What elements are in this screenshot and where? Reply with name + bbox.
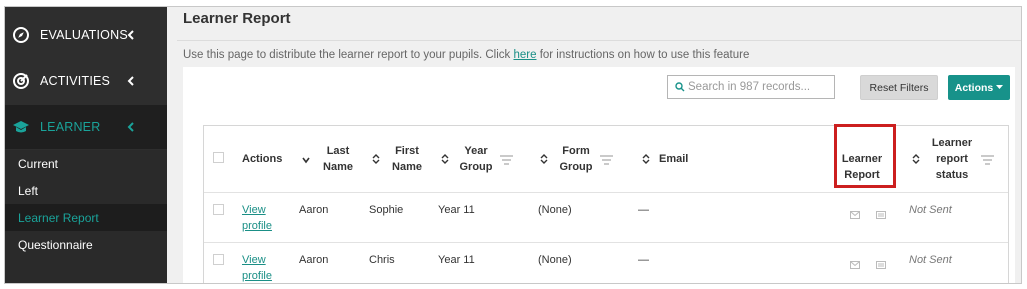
column-header-email[interactable]: Email — [659, 151, 688, 167]
cell-year-group: Year 11 — [438, 254, 475, 266]
column-header-last-name[interactable]: Last Name — [320, 143, 356, 175]
chevron-left-icon — [127, 30, 134, 40]
divider — [177, 40, 1021, 41]
email-report-icon[interactable] — [850, 211, 860, 219]
instructions-link[interactable]: here — [513, 49, 536, 61]
view-profile-link[interactable]: View profile — [242, 252, 282, 283]
app-frame: EVALUATIONS ACTIVITIES LEARNER Current L… — [4, 6, 1022, 284]
sidebar-subitem-label: Learner Report — [18, 210, 99, 225]
sort-icon[interactable] — [372, 154, 380, 164]
sidebar-subitem-current[interactable]: Current — [5, 150, 167, 177]
cell-last-name: Aaron — [299, 204, 329, 216]
sort-icon[interactable] — [540, 154, 548, 164]
chevron-left-icon — [127, 122, 134, 132]
sidebar-item-activities[interactable]: ACTIVITIES — [5, 59, 167, 103]
table-row: View profile Aaron Sophie Year 11 (None)… — [204, 192, 1008, 243]
sidebar-subitem-label: Current — [18, 156, 59, 171]
cell-first-name: Sophie — [369, 204, 404, 216]
sidebar: EVALUATIONS ACTIVITIES LEARNER Current L… — [5, 7, 167, 283]
column-header-year-group[interactable]: Year Group — [458, 143, 494, 175]
sort-icon[interactable] — [642, 154, 650, 164]
sort-icon[interactable] — [912, 154, 920, 164]
search-icon — [675, 82, 685, 92]
actions-button-label: Actions — [954, 81, 994, 94]
table-row: View profile Aaron Chris Year 11 (None) … — [204, 242, 1008, 283]
email-report-icon[interactable] — [850, 261, 860, 269]
sidebar-subitem-questionnaire[interactable]: Questionnaire — [5, 231, 167, 258]
row-checkbox[interactable] — [213, 204, 224, 215]
learner-subnav: Current Left Learner Report Questionnair… — [5, 150, 167, 283]
filter-icon[interactable] — [500, 155, 513, 165]
column-header-actions: Actions — [242, 153, 283, 165]
report-panel: Reset Filters Actions Actions Last Name — [183, 67, 1015, 283]
cell-report-status: Not Sent — [909, 254, 952, 266]
sidebar-subitem-label: Left — [18, 183, 39, 198]
column-header-form-group[interactable]: Form Group — [558, 143, 594, 175]
message-report-icon[interactable] — [876, 211, 886, 219]
actions-dropdown-button[interactable]: Actions — [948, 75, 1010, 100]
activities-icon — [13, 73, 29, 89]
cell-report-status: Not Sent — [909, 204, 952, 216]
sidebar-item-learner[interactable]: LEARNER — [5, 105, 167, 149]
cell-first-name: Chris — [369, 254, 395, 266]
select-all-checkbox[interactable] — [213, 152, 224, 163]
page-title: Learner Report — [183, 10, 291, 27]
sort-desc-icon[interactable] — [302, 155, 310, 165]
chevron-left-icon — [127, 76, 134, 86]
sidebar-item-label: ACTIVITIES — [40, 74, 111, 88]
learner-report-highlight-box — [834, 124, 896, 188]
intro-text: Use this page to distribute the learner … — [183, 49, 749, 61]
cell-email: — — [638, 254, 649, 266]
graduation-cap-icon — [13, 121, 29, 133]
sidebar-item-label: LEARNER — [40, 120, 101, 134]
sidebar-subitem-left[interactable]: Left — [5, 177, 167, 204]
main-content: Learner Report Use this page to distribu… — [167, 7, 1021, 283]
reset-filters-button[interactable]: Reset Filters — [860, 75, 938, 100]
cell-form-group: (None) — [538, 254, 572, 266]
cell-form-group: (None) — [538, 204, 572, 216]
filter-icon[interactable] — [600, 155, 613, 165]
caret-down-icon — [996, 85, 1004, 89]
view-profile-link[interactable]: View profile — [242, 202, 282, 234]
sidebar-subitem-learner-report[interactable]: Learner Report — [5, 204, 167, 231]
sidebar-item-evaluations[interactable]: EVALUATIONS — [5, 13, 167, 57]
sort-icon[interactable] — [441, 154, 449, 164]
compass-icon — [13, 27, 29, 43]
intro-text-before: Use this page to distribute the learner … — [183, 49, 514, 61]
cell-year-group: Year 11 — [438, 204, 475, 216]
intro-text-after: for instructions on how to use this feat… — [536, 49, 750, 61]
search-box[interactable] — [667, 75, 835, 99]
message-report-icon[interactable] — [876, 261, 886, 269]
sidebar-item-label: EVALUATIONS — [40, 28, 128, 42]
cell-last-name: Aaron — [299, 254, 329, 266]
filter-icon[interactable] — [981, 155, 994, 165]
column-header-first-name[interactable]: First Name — [389, 143, 425, 175]
sidebar-subitem-label: Questionnaire — [18, 237, 93, 252]
column-header-learner-report-status[interactable]: Learner report status — [928, 135, 976, 183]
search-input[interactable] — [688, 78, 828, 96]
row-checkbox[interactable] — [213, 254, 224, 265]
cell-email: — — [638, 204, 649, 216]
